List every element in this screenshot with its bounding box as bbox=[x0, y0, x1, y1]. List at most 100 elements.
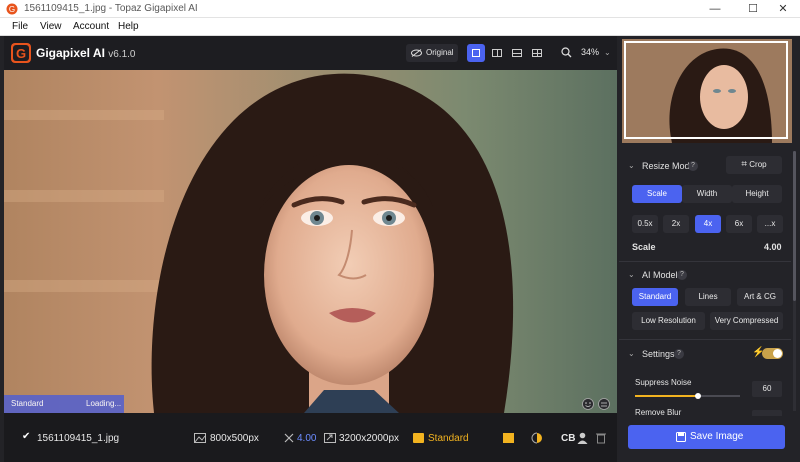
tab-height[interactable]: Height bbox=[732, 185, 782, 203]
save-label: Save Image bbox=[690, 431, 744, 442]
model-very-compressed[interactable]: Very Compressed bbox=[710, 312, 783, 330]
settings-panel: ⌄ Resize Mode ? ⌗ Crop Scale Width Heigh… bbox=[619, 36, 800, 462]
original-label: Original bbox=[426, 48, 454, 57]
output-size-icon bbox=[324, 433, 336, 443]
menu-file[interactable]: File bbox=[12, 21, 28, 32]
scale-custom[interactable]: ...x bbox=[757, 215, 783, 233]
svg-text:G: G bbox=[9, 5, 15, 14]
navigator-thumbnail[interactable] bbox=[622, 39, 792, 143]
menu-account[interactable]: Account bbox=[73, 21, 109, 32]
tab-scale[interactable]: Scale bbox=[632, 185, 682, 203]
model-standard[interactable]: Standard bbox=[632, 288, 678, 306]
face-neutral-icon[interactable] bbox=[598, 398, 610, 410]
scale-2x[interactable]: 2x bbox=[663, 215, 689, 233]
crop-label: Crop bbox=[749, 160, 767, 169]
ai-model-title: AI Model bbox=[642, 270, 678, 280]
user-person-icon[interactable] bbox=[577, 432, 588, 444]
viewport-frame[interactable] bbox=[624, 41, 788, 139]
image-size-icon bbox=[194, 433, 206, 443]
menu-help[interactable]: Help bbox=[118, 21, 139, 32]
eye-slash-icon bbox=[411, 49, 422, 57]
remove-blur-input[interactable] bbox=[752, 410, 782, 416]
slider-fill bbox=[635, 395, 698, 397]
divider bbox=[619, 261, 791, 262]
scale-label: Scale bbox=[632, 242, 656, 252]
divider bbox=[619, 339, 791, 340]
floppy-disk-icon bbox=[676, 432, 686, 442]
output-model: Standard bbox=[428, 433, 469, 444]
svg-text:G: G bbox=[16, 46, 26, 61]
menu-view[interactable]: View bbox=[40, 21, 62, 32]
save-image-button[interactable]: Save Image bbox=[628, 425, 785, 449]
trash-icon[interactable] bbox=[596, 432, 606, 444]
crop-icon: ⌗ bbox=[741, 159, 748, 170]
resize-mode-help-icon[interactable]: ? bbox=[688, 161, 698, 171]
side-by-side-icon bbox=[512, 49, 522, 57]
file-selected-check-icon[interactable]: ✔ bbox=[22, 431, 30, 442]
scrollbar-thumb[interactable] bbox=[793, 151, 796, 301]
scale-0-5x[interactable]: 0.5x bbox=[632, 215, 658, 233]
status-loading: Loading... bbox=[86, 399, 122, 408]
header-bar: G Gigapixel AI v6.1.0 Original 34% ⌄ bbox=[4, 36, 617, 70]
suppress-noise-slider[interactable] bbox=[635, 393, 740, 399]
view-side-by-side-button[interactable] bbox=[508, 44, 526, 62]
app-title: Gigapixel AI bbox=[36, 46, 105, 60]
output-size: 3200x2000px bbox=[339, 433, 400, 444]
remove-blur-label: Remove Blur bbox=[635, 408, 682, 417]
resize-mode-chevron-icon[interactable]: ⌄ bbox=[628, 161, 635, 170]
image-preview[interactable]: Standard Loading... bbox=[4, 70, 617, 413]
model-art-cg[interactable]: Art & CG bbox=[737, 288, 783, 306]
toggle-knob bbox=[773, 349, 782, 358]
status-model: Standard bbox=[11, 399, 44, 408]
zoom-icon[interactable] bbox=[561, 47, 572, 58]
suppress-noise-label: Suppress Noise bbox=[635, 378, 692, 387]
close-button[interactable]: ✕ bbox=[768, 0, 798, 18]
source-size: 800x500px bbox=[210, 433, 259, 444]
single-view-icon bbox=[472, 49, 480, 57]
tab-width[interactable]: Width bbox=[682, 185, 732, 203]
face-smile-icon[interactable] bbox=[582, 398, 594, 410]
zoom-chevron-down-icon[interactable]: ⌄ bbox=[604, 48, 611, 57]
original-toggle-button[interactable]: Original bbox=[406, 44, 458, 62]
app-version: v6.1.0 bbox=[108, 49, 136, 60]
model-lines[interactable]: Lines bbox=[685, 288, 731, 306]
scale-4x[interactable]: 4x bbox=[695, 215, 721, 233]
model-low-resolution[interactable]: Low Resolution bbox=[632, 312, 705, 330]
settings-chevron-icon[interactable]: ⌄ bbox=[628, 349, 635, 358]
split-view-icon bbox=[492, 49, 502, 57]
ai-model-chevron-icon[interactable]: ⌄ bbox=[628, 270, 635, 279]
gigapixel-logo-icon: G bbox=[11, 43, 31, 63]
window-title: 1561109415_1.jpg - Topaz Gigapixel AI bbox=[24, 3, 198, 14]
crop-button[interactable]: ⌗ Crop bbox=[726, 156, 782, 174]
suppress-noise-input[interactable]: 60 bbox=[752, 381, 782, 397]
scale-6x[interactable]: 6x bbox=[726, 215, 752, 233]
app-window: G 1561109415_1.jpg - Topaz Gigapixel AI … bbox=[0, 0, 800, 462]
scale-arrows-icon bbox=[284, 433, 294, 443]
cb-label[interactable]: CB bbox=[561, 433, 575, 444]
grid-view-icon bbox=[532, 49, 542, 57]
portrait-image bbox=[4, 70, 617, 413]
gamma-correction-icon[interactable] bbox=[531, 432, 543, 444]
minimize-button[interactable]: — bbox=[700, 0, 730, 18]
panel-scrollbar[interactable] bbox=[793, 151, 796, 411]
view-single-button[interactable] bbox=[467, 44, 485, 62]
file-name[interactable]: 1561109415_1.jpg bbox=[37, 433, 119, 444]
view-grid-button[interactable] bbox=[528, 44, 546, 62]
slider-knob[interactable] bbox=[695, 393, 701, 399]
model-chip-icon bbox=[413, 433, 424, 443]
settings-help-icon[interactable]: ? bbox=[674, 349, 684, 359]
resize-mode-title: Resize Mode bbox=[642, 161, 695, 171]
zoom-value[interactable]: 34% bbox=[581, 47, 599, 57]
menu-bar: File View Account Help bbox=[0, 18, 800, 36]
ai-model-help-icon[interactable]: ? bbox=[677, 270, 687, 280]
bottom-bar: ✔ 1561109415_1.jpg 800x500px 4.00 3200x2… bbox=[4, 413, 617, 462]
app-name: Gigapixel AI v6.1.0 bbox=[36, 46, 136, 60]
auto-toggle[interactable] bbox=[762, 348, 783, 359]
model-status-bar: Standard Loading... bbox=[4, 395, 124, 413]
scale-value: 4.00 bbox=[297, 433, 317, 444]
face-recovery-icon[interactable] bbox=[503, 433, 514, 443]
maximize-button[interactable]: ☐ bbox=[738, 0, 768, 18]
settings-title: Settings bbox=[642, 349, 675, 359]
view-split-button[interactable] bbox=[488, 44, 506, 62]
scale-value-display[interactable]: 4.00 bbox=[764, 242, 782, 252]
